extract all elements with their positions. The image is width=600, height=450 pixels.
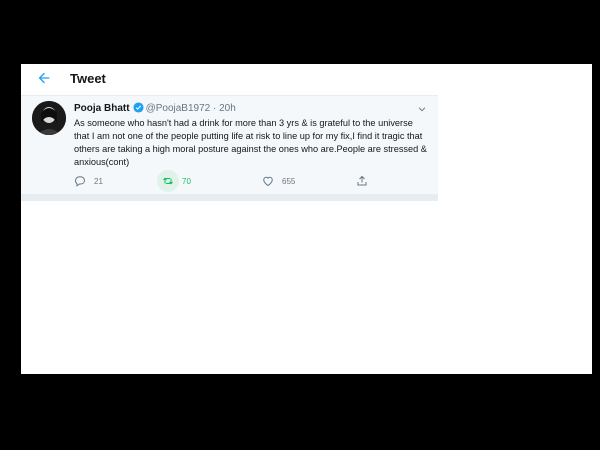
display-name[interactable]: Pooja Bhatt [74, 103, 130, 114]
tweet-actions: 21 70 655 [74, 170, 434, 192]
tweet-page: Tweet Pooja Bhatt @PoojaB1972 · 20h As so… [21, 64, 592, 374]
share-icon [357, 175, 367, 186]
handle[interactable]: @PoojaB1972 [146, 103, 211, 114]
separator: · [213, 103, 217, 114]
retweet-icon [163, 177, 173, 185]
retweet-highlight [157, 170, 179, 192]
timestamp[interactable]: 20h [219, 103, 236, 114]
page-title: Tweet [70, 71, 106, 86]
share-button[interactable] [356, 174, 376, 188]
like-icon [263, 176, 273, 187]
page-header: Tweet [21, 64, 438, 96]
tweet[interactable]: Pooja Bhatt @PoojaB1972 · 20h As someone … [21, 96, 438, 194]
retweet-count: 70 [182, 176, 191, 186]
reply-count: 21 [94, 176, 103, 186]
tweet-divider [21, 194, 438, 201]
chevron-down-icon[interactable] [417, 104, 427, 114]
reply-button[interactable]: 21 [74, 174, 103, 188]
reply-icon [74, 176, 86, 187]
like-button[interactable]: 655 [262, 174, 295, 188]
tweet-author: Pooja Bhatt @PoojaB1972 · 20h [74, 102, 236, 116]
verified-icon [133, 102, 144, 113]
tweet-text: As someone who hasn't had a drink for mo… [74, 118, 427, 167]
retweet-button[interactable]: 70 [157, 170, 191, 192]
like-count: 655 [282, 176, 296, 186]
avatar[interactable] [32, 101, 66, 135]
back-arrow-icon[interactable] [36, 70, 52, 86]
